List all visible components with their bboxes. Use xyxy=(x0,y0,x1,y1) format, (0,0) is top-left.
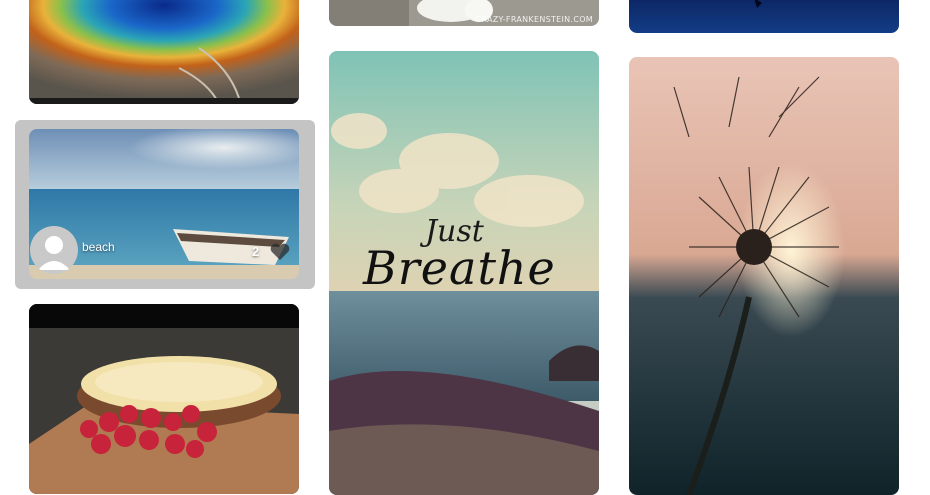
pin-user-name[interactable]: beach xyxy=(82,240,115,254)
heart-icon[interactable] xyxy=(269,242,291,262)
quote-line-2: Breathe xyxy=(363,241,556,295)
like-count: 2 xyxy=(252,244,260,259)
pin-image xyxy=(629,0,899,33)
watermark: CRAZY-FRANKENSTEIN.COM xyxy=(475,15,593,24)
pin-just-breathe[interactable]: Just Breathe xyxy=(329,51,599,495)
pin-dandelion[interactable] xyxy=(629,57,899,495)
pin-image xyxy=(29,0,299,104)
pin-raspberry-cake[interactable] xyxy=(29,304,299,494)
default-user-avatar-icon xyxy=(38,236,70,270)
pin-night-sky[interactable] xyxy=(629,0,899,33)
pin-image xyxy=(29,304,299,494)
pin-white-animal[interactable]: CRAZY-FRANKENSTEIN.COM xyxy=(329,0,599,26)
pin-image xyxy=(629,57,899,495)
avatar[interactable] xyxy=(30,226,78,274)
pin-hot-spring[interactable] xyxy=(29,0,299,104)
